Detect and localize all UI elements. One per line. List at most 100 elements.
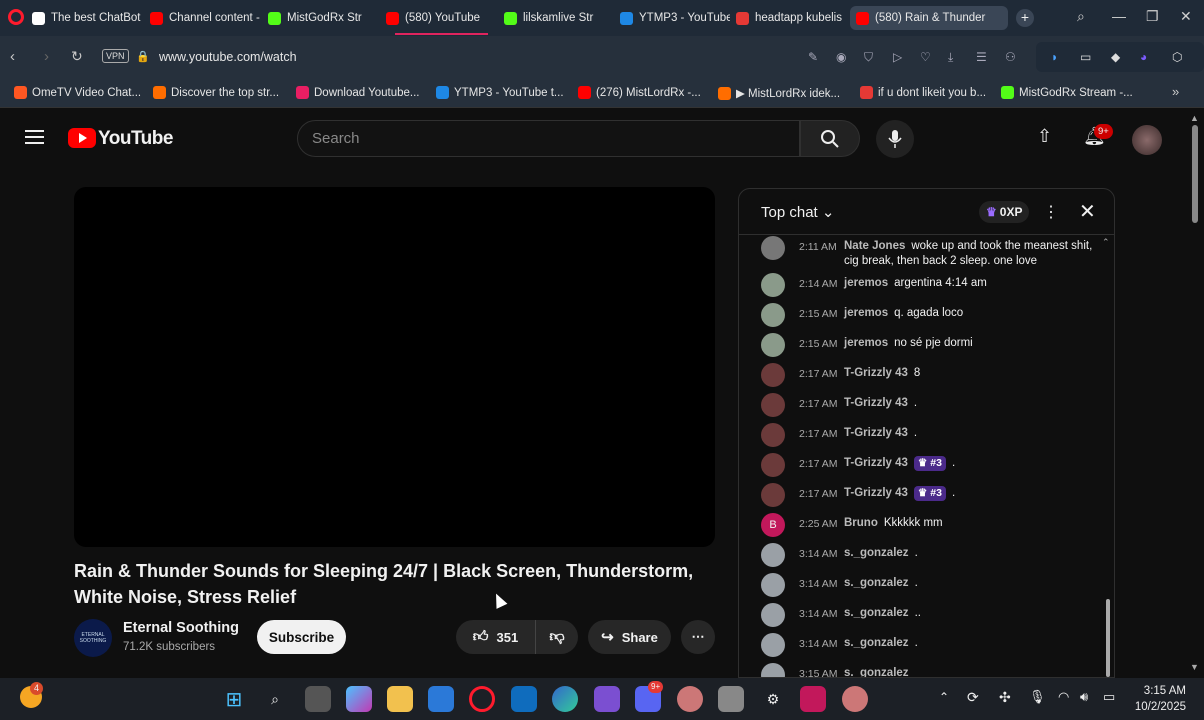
chat-avatar[interactable]: [761, 423, 785, 447]
search-input[interactable]: Search: [312, 130, 360, 147]
extension-icon[interactable]: ◆: [1111, 50, 1120, 64]
settings-gear-icon[interactable]: ⚙: [760, 686, 786, 712]
task-view-icon[interactable]: [305, 686, 331, 712]
chat-avatar[interactable]: [761, 273, 785, 297]
restore-icon[interactable]: ❐: [1146, 8, 1159, 25]
close-window-icon[interactable]: ✕: [1180, 8, 1192, 25]
chat-author[interactable]: jeremos: [844, 277, 888, 289]
profile-icon[interactable]: ⚇: [1005, 50, 1016, 64]
browser-tab[interactable]: (580) Rain & Thunder: [850, 6, 1008, 30]
chat-author[interactable]: Nate Jones: [844, 240, 905, 252]
tray-app-icon[interactable]: ✣: [999, 689, 1011, 706]
store-icon[interactable]: [428, 686, 454, 712]
user-avatar[interactable]: [1132, 125, 1162, 155]
dislike-button[interactable]: 👎︎: [536, 620, 578, 654]
browser-tab[interactable]: headtapp kubelis: [736, 6, 844, 30]
minimize-icon[interactable]: —: [1112, 8, 1126, 24]
chat-avatar[interactable]: B: [761, 513, 785, 537]
chat-mode-dropdown[interactable]: Top chat ⌄: [761, 203, 834, 221]
reload-icon[interactable]: ↻: [71, 48, 83, 65]
chat-author[interactable]: s._gonzalez: [844, 547, 909, 559]
chat-avatar[interactable]: [761, 393, 785, 417]
chat-author[interactable]: jeremos: [844, 307, 888, 319]
chat-avatar[interactable]: [761, 483, 785, 507]
chat-avatar[interactable]: [761, 603, 785, 627]
chat-avatar[interactable]: [761, 663, 785, 677]
chat-author[interactable]: T-Grizzly 43: [844, 367, 908, 379]
chat-author[interactable]: s._gonzalez: [844, 637, 909, 649]
extension-icon[interactable]: ◕: [1140, 50, 1147, 64]
chat-scrollbar[interactable]: [1106, 599, 1110, 677]
chat-author[interactable]: s._gonzalez: [844, 607, 909, 619]
voice-search-button[interactable]: [876, 120, 914, 158]
forward-icon[interactable]: ›: [44, 48, 49, 65]
browser-tab[interactable]: (580) YouTube: [386, 6, 486, 30]
edge-icon[interactable]: [552, 686, 578, 712]
bookmark-item[interactable]: (276) MistLordRx -...: [578, 86, 701, 99]
microphone-icon[interactable]: 🎙︎: [1029, 689, 1046, 705]
share-button[interactable]: ↪ Share: [588, 620, 671, 654]
chat-avatar[interactable]: [761, 573, 785, 597]
channel-name[interactable]: Eternal Soothing: [123, 620, 239, 636]
subscribe-button[interactable]: Subscribe: [257, 620, 346, 654]
search-tabs-icon[interactable]: ⌕: [1077, 8, 1085, 25]
copilot-icon[interactable]: [346, 686, 372, 712]
vpn-badge[interactable]: VPN: [102, 49, 129, 63]
extension-icon[interactable]: ▭: [1080, 50, 1091, 64]
browser-tab[interactable]: Channel content -: [150, 6, 262, 30]
system-clock[interactable]: 3:15 AM 10/2/2025: [1134, 683, 1186, 715]
extension-icon[interactable]: ◗: [1051, 50, 1058, 64]
play-icon[interactable]: ▷: [893, 50, 902, 64]
wifi-icon[interactable]: ◠: [1058, 689, 1069, 705]
back-icon[interactable]: ‹: [10, 48, 15, 65]
chat-author[interactable]: s._gonzalez: [844, 577, 909, 589]
edit-icon[interactable]: ✎: [808, 50, 818, 64]
chat-avatar[interactable]: [761, 633, 785, 657]
opera-icon[interactable]: [469, 686, 495, 712]
video-player[interactable]: [74, 187, 715, 547]
chat-avatar[interactable]: [761, 543, 785, 567]
browser-tab[interactable]: MistGodRx Str: [268, 6, 380, 30]
chat-avatar[interactable]: [761, 453, 785, 477]
chat-author[interactable]: s._gonzalez: [844, 667, 909, 677]
chat-avatar[interactable]: [761, 303, 785, 327]
outlook-icon[interactable]: [511, 686, 537, 712]
like-button[interactable]: 👍︎ 351: [456, 620, 536, 654]
chevron-up-icon[interactable]: ⌃: [939, 690, 949, 704]
camera-icon[interactable]: ◉: [836, 50, 846, 64]
app-icon[interactable]: [800, 686, 826, 712]
browser-tab[interactable]: lilskamlive Str: [504, 6, 614, 30]
bookmark-item[interactable]: YTMP3 - YouTube t...: [436, 86, 564, 99]
tray-app-icon[interactable]: ⟳: [967, 689, 979, 706]
chat-author[interactable]: T-Grizzly 43: [844, 487, 908, 499]
lock-icon[interactable]: 🔒: [136, 50, 150, 63]
menu-lines-icon[interactable]: ☰: [976, 50, 987, 64]
url-field[interactable]: www.youtube.com/watch: [159, 50, 297, 64]
bookmark-item[interactable]: ▶ MistLordRx idek...: [718, 86, 840, 100]
chat-author[interactable]: jeremos: [844, 337, 888, 349]
bookmark-item[interactable]: Discover the top str...: [153, 86, 279, 99]
bookmark-item[interactable]: OmeTV Video Chat...: [14, 86, 141, 99]
file-explorer-icon[interactable]: [387, 686, 413, 712]
app-icon[interactable]: [842, 686, 868, 712]
chat-author[interactable]: T-Grizzly 43: [844, 427, 908, 439]
search-box[interactable]: Search: [297, 120, 800, 157]
search-icon[interactable]: ⌕: [262, 686, 288, 712]
chat-scroll-up-icon[interactable]: ⌃: [1102, 237, 1110, 248]
clipchamp-icon[interactable]: [594, 686, 620, 712]
bookmark-item[interactable]: MistGodRx Stream -...: [1001, 86, 1133, 99]
page-scrollbar[interactable]: [1192, 125, 1198, 223]
chat-avatar[interactable]: [761, 236, 785, 260]
volume-icon[interactable]: 🔊︎: [1080, 689, 1088, 705]
more-bookmarks-icon[interactable]: »: [1172, 84, 1179, 99]
youtube-logo-icon[interactable]: [68, 128, 96, 148]
app-icon[interactable]: [677, 686, 703, 712]
browser-tab[interactable]: YTMP3 - YouTube: [620, 6, 730, 30]
chat-more-icon[interactable]: ⋮: [1043, 202, 1059, 222]
close-chat-icon[interactable]: ✕: [1079, 199, 1096, 224]
scroll-up-icon[interactable]: ▲: [1190, 113, 1199, 123]
hamburger-menu-icon[interactable]: [25, 130, 44, 144]
bookmark-item[interactable]: if u dont likeit you b...: [860, 86, 986, 99]
extensions-puzzle-icon[interactable]: ⬡: [1172, 50, 1182, 64]
windows-start-icon[interactable]: ⊞: [221, 686, 247, 712]
